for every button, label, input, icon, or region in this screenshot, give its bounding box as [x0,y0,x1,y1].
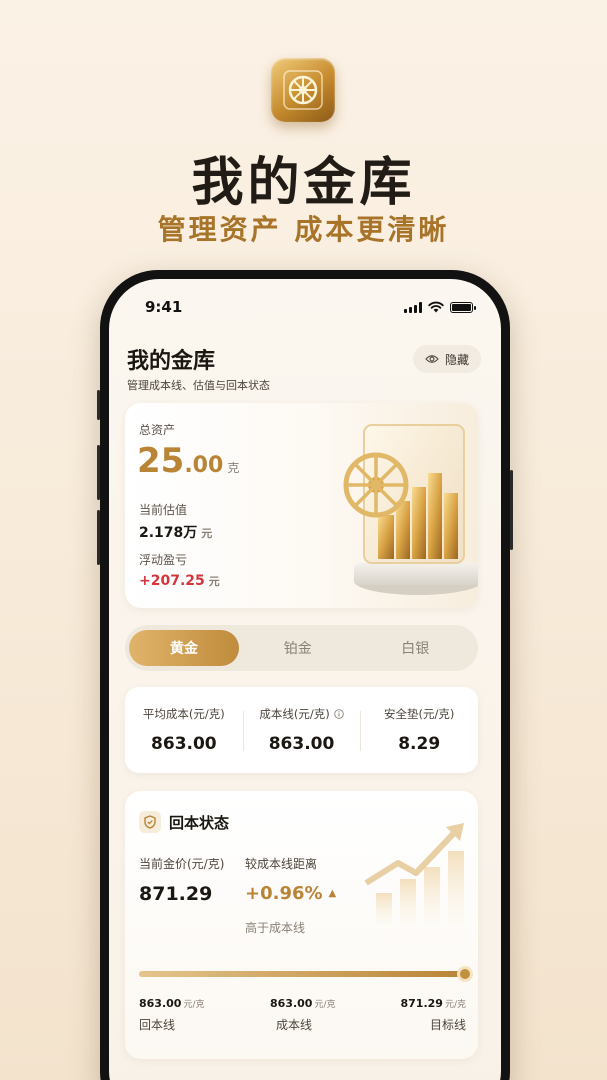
breakeven-header: 回本状态 [139,811,229,833]
cost-summary-card: 平均成本(元/克) 863.00 成本线(元/克) 863.00 安全垫(元/克… [125,687,478,773]
gold-price-value: 871.29 [139,883,213,905]
estimate-label: 当前估值 [139,503,188,517]
total-assets-card[interactable]: 总资产 25.00 克 当前估值 2.178万元 浮动盈亏 +207.25 元 [125,403,478,608]
status-time: 9:41 [145,298,183,316]
safety-cushion-label: 安全垫(元/克) [384,707,455,721]
distance-percent: +0.96% [245,883,323,904]
total-assets-int: 25 [137,441,185,481]
info-icon[interactable] [333,709,344,719]
pnl-unit: 元 [208,575,220,588]
page-title: 我的金库 [127,349,216,374]
rising-trend-illustration [364,823,464,925]
estimate-amount: 2.178万 [139,525,198,541]
distance-value: +0.96% ▲ [245,883,336,904]
distance-label: 较成本线距离 [245,857,318,871]
app-screen: 9:41 我的金库 管理成本线、估值与回本状态 隐藏 总资产 25.00 克 当… [109,279,501,1080]
page-subtitle: 管理成本线、估值与回本状态 [127,379,270,392]
promo-subtitle: 管理资产 成本更清晰 [157,213,450,246]
metal-tab-bar: 黄金 铂金 白银 [125,625,478,671]
gold-vault-illustration [343,424,478,595]
tab-silver[interactable]: 白银 [357,630,475,666]
breakeven-progress-track [139,966,473,982]
eye-icon [425,355,439,363]
total-assets-unit: 克 [227,461,240,475]
tick-target-line: 871.29 元/克 目标线 [400,997,467,1032]
cost-line-cell: 成本线(元/克) 863.00 [242,687,361,773]
pnl-label: 浮动盈亏 [139,553,188,567]
wifi-icon [428,301,444,313]
status-bar: 9:41 [109,279,501,323]
safety-cushion-cell: 安全垫(元/克) 8.29 [360,687,478,773]
breakeven-status-card: 回本状态 当前金价(元/克) 871.29 较成本线距离 +0.96% ▲ 高于… [125,791,478,1059]
safety-cushion-value: 8.29 [398,734,441,754]
vault-wheel-icon [283,70,323,110]
tab-gold[interactable]: 黄金 [129,630,239,666]
pnl-amount: +207.25 [139,573,205,589]
gold-price-label: 当前金价(元/克) [139,857,225,871]
breakeven-progress-knob [457,966,473,982]
avg-cost-cell: 平均成本(元/克) 863.00 [125,687,243,773]
total-assets-value: 25.00 克 [137,441,239,481]
estimate-unit: 元 [201,527,213,540]
cost-line-label: 成本线(元/克) [259,707,330,721]
cellular-signal-icon [404,301,422,313]
tick-breakeven-line: 863.00 元/克 回本线 [139,997,205,1032]
shield-icon [144,815,156,829]
distance-note: 高于成本线 [245,921,306,935]
total-assets-label: 总资产 [139,423,176,437]
breakeven-title: 回本状态 [169,813,230,832]
avg-cost-label: 平均成本(元/克) [142,707,225,721]
pnl-value: +207.25 元 [139,573,220,589]
tab-platinum[interactable]: 铂金 [239,630,357,666]
hide-toggle-label: 隐藏 [444,352,469,367]
promo-title: 我的金库 [191,153,416,213]
estimate-value: 2.178万元 [139,522,212,542]
avg-cost-value: 863.00 [151,734,217,754]
battery-icon [450,301,476,313]
phone-frame: 9:41 我的金库 管理成本线、估值与回本状态 隐藏 总资产 25.00 克 当… [97,270,513,1080]
total-assets-decimal: .00 [184,453,224,478]
tick-cost-line: 863.00 元/克 成本线 [270,997,336,1032]
hide-toggle-button[interactable]: 隐藏 [412,345,481,373]
breakeven-progress-fill [139,971,465,977]
up-triangle-icon: ▲ [328,888,337,899]
app-icon-vault [271,58,335,122]
cost-line-value: 863.00 [268,734,335,754]
